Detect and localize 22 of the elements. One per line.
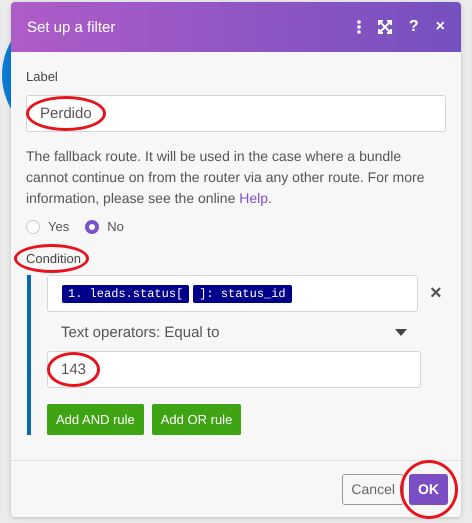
more-icon[interactable] xyxy=(356,20,361,34)
radio-label: No xyxy=(107,219,124,234)
dialog-title: Set up a filter xyxy=(27,18,116,36)
condition-label: Condition xyxy=(26,251,81,266)
caret-icon xyxy=(395,329,407,336)
field-label: Label xyxy=(26,69,58,84)
cancel-button[interactable]: Cancel xyxy=(342,474,404,504)
operator-dropdown[interactable]: Text operators: Equal to xyxy=(47,312,421,351)
operand-field[interactable]: 1. leads.status[ ]: status_id xyxy=(47,275,418,312)
radio-label: Yes xyxy=(48,219,70,234)
help-button[interactable]: ? xyxy=(408,18,419,36)
radio-button[interactable] xyxy=(85,220,100,234)
value-field[interactable]: 143 xyxy=(47,351,421,388)
label-field[interactable]: Perdido xyxy=(26,95,446,132)
variable-token[interactable]: 1. leads.status[ xyxy=(62,284,190,302)
help-link[interactable]: Help xyxy=(239,190,268,206)
expand-icon[interactable] xyxy=(378,20,392,34)
variable-token[interactable]: ]: status_id xyxy=(193,284,292,302)
close-button[interactable]: × xyxy=(436,18,445,36)
description-text: The fallback route. It will be used in the case where a bundle cannot continue on from the router via any other route. For more information, please see the online Help. xyxy=(26,147,426,208)
remove-rule-button[interactable]: × xyxy=(430,282,446,305)
ok-button[interactable]: OK xyxy=(409,474,448,504)
